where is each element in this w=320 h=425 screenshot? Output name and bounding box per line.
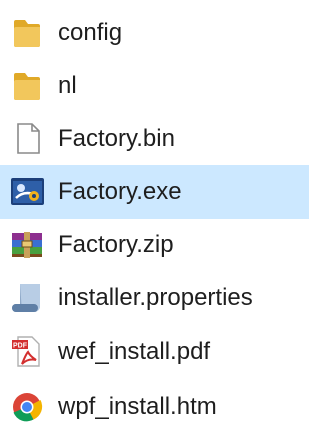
file-name: wpf_install.htm <box>58 393 217 420</box>
file-name: nl <box>58 72 77 99</box>
blank-file-icon <box>8 121 46 157</box>
application-icon <box>8 174 46 210</box>
file-item-config[interactable]: config <box>0 6 309 60</box>
file-item-factory-bin[interactable]: Factory.bin <box>0 112 309 166</box>
file-name: Factory.exe <box>58 178 182 205</box>
file-item-installer-properties[interactable]: installer.properties <box>0 271 309 325</box>
chrome-html-icon <box>8 389 46 425</box>
file-list: config nl Factory.bin Factory.exe Factor… <box>0 0 309 425</box>
file-name: config <box>58 19 123 46</box>
file-item-wpf-install-htm[interactable]: wpf_install.htm <box>0 380 309 425</box>
folder-icon <box>8 15 46 51</box>
properties-file-icon <box>8 280 46 316</box>
svg-text:PDF: PDF <box>13 343 28 350</box>
file-name: Factory.bin <box>58 125 175 152</box>
file-item-nl[interactable]: nl <box>0 59 309 113</box>
file-item-factory-zip[interactable]: Factory.zip <box>0 218 309 272</box>
pdf-icon: PDF <box>8 334 46 370</box>
file-name: wef_install.pdf <box>58 338 211 365</box>
folder-icon <box>8 68 46 104</box>
file-item-factory-exe[interactable]: Factory.exe <box>0 165 309 219</box>
file-name: installer.properties <box>58 284 253 311</box>
file-item-wef-install-pdf[interactable]: PDF wef_install.pdf <box>0 325 309 379</box>
archive-icon <box>8 227 46 263</box>
file-name: Factory.zip <box>58 231 174 258</box>
